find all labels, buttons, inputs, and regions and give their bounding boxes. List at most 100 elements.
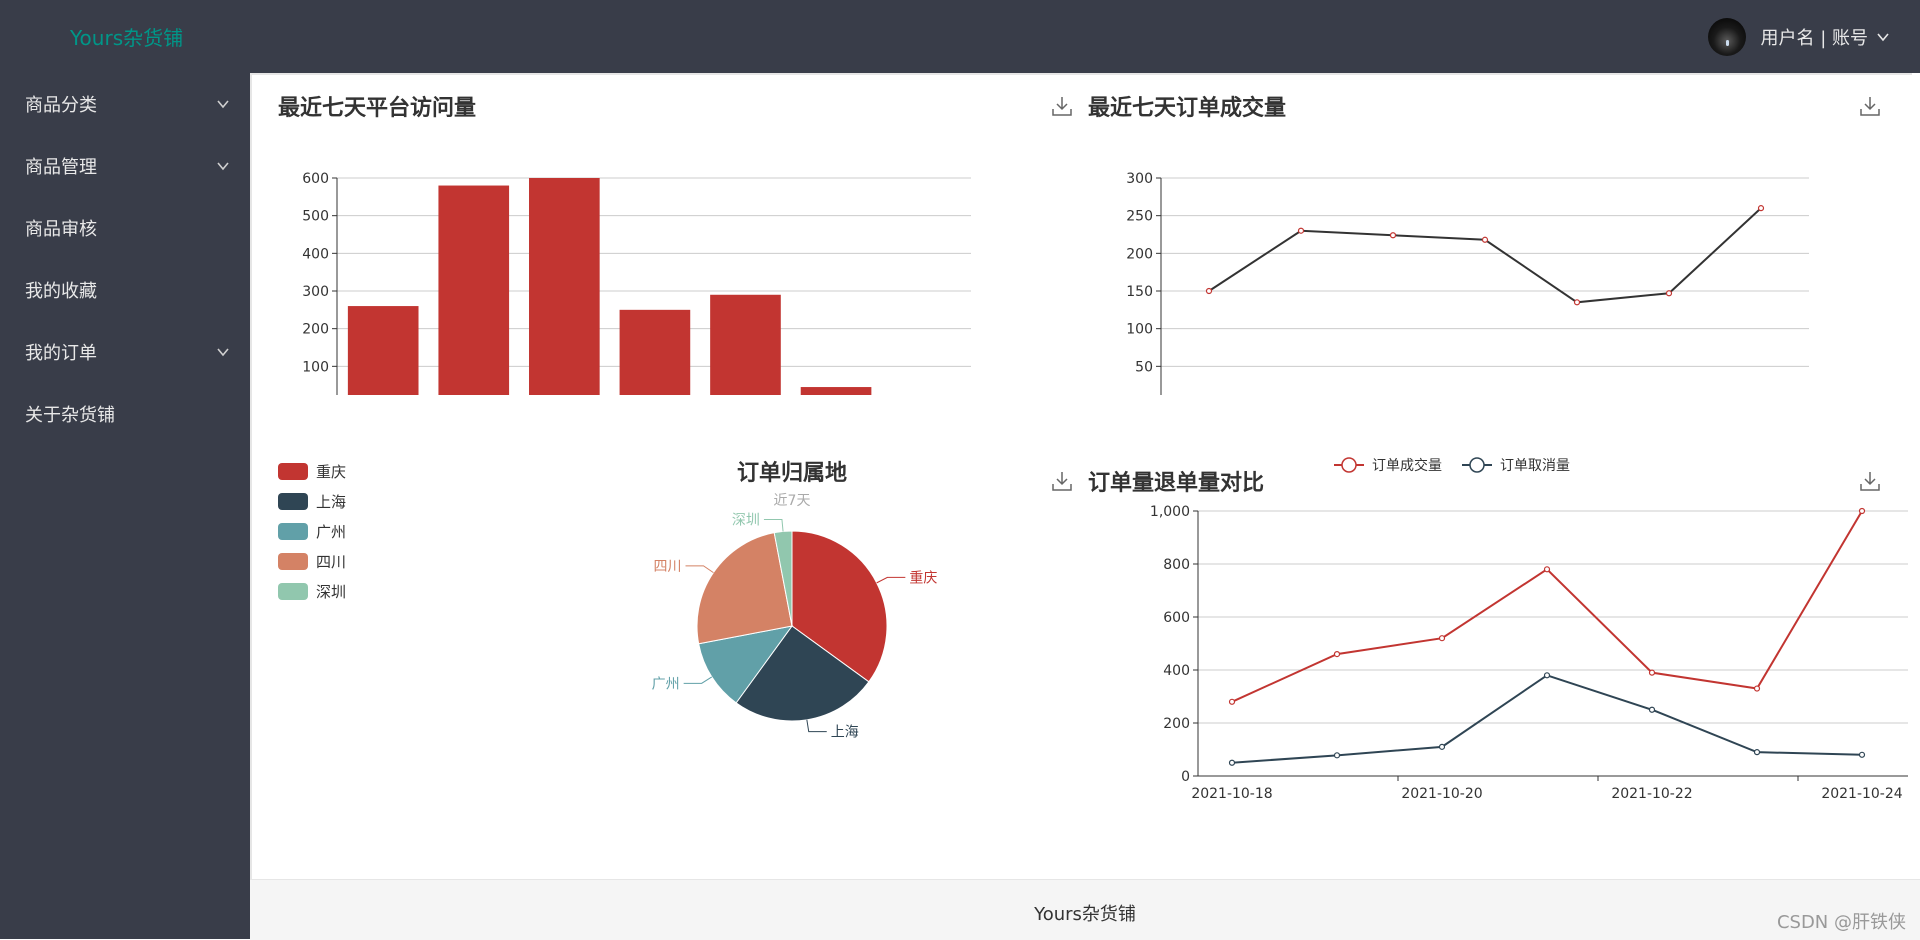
chevron-down-icon (1877, 33, 1889, 42)
bar (347, 306, 419, 395)
user-menu-label: 用户名 | 账号 (1760, 28, 1868, 49)
visits-chart-title: 最近七天平台访问量 (278, 96, 477, 121)
y-tick-label: 1,000 (1150, 504, 1190, 520)
legend-swatch (278, 493, 308, 510)
sidebar-item-orders[interactable]: 我的订单 (0, 321, 250, 383)
sidebar-item-category[interactable]: 商品分类 (0, 73, 250, 135)
y-tick-label: 500 (302, 209, 329, 225)
main-content: 最近七天平台访问量 最近七天订单成交量 订单量退单量对比 01002003004… (250, 73, 1912, 881)
bar (529, 178, 600, 395)
pie-label-line (763, 518, 784, 532)
data-point (1228, 698, 1236, 705)
top-header: Yours杂货铺 用户名 | 账号 (0, 0, 1920, 73)
data-point (1648, 669, 1656, 676)
data-point (1858, 507, 1866, 515)
legend-item[interactable]: 广州 (278, 521, 346, 542)
chevron-down-icon (217, 100, 229, 109)
legend-marker (1341, 457, 1357, 473)
data-point (1543, 672, 1551, 679)
download-icon[interactable] (1051, 95, 1073, 117)
legend-item[interactable]: 重庆 (278, 461, 346, 482)
legend-swatch (278, 583, 308, 600)
legend-item[interactable]: 四川 (278, 551, 346, 572)
legend-label: 深圳 (316, 583, 347, 601)
data-point (1333, 752, 1341, 759)
data-point (1648, 706, 1656, 713)
y-tick-label: 600 (302, 171, 329, 187)
bar (438, 185, 510, 395)
series-line (1208, 207, 1762, 304)
data-point (1543, 566, 1551, 573)
sidebar-item-favorites[interactable]: 我的收藏 (0, 259, 250, 321)
x-tick-label: 2021-10-24 (1821, 786, 1902, 802)
data-point (1438, 635, 1446, 642)
data-point (1333, 651, 1341, 658)
sidebar-item-label: 商品分类 (25, 95, 97, 116)
series-line (1231, 674, 1863, 764)
legend-item[interactable]: 上海 (278, 491, 346, 512)
data-point (1481, 236, 1489, 243)
legend-swatch (278, 553, 308, 570)
pie-label-line (685, 565, 714, 574)
legend-label: 广州 (316, 523, 347, 541)
y-tick-label: 400 (302, 246, 329, 262)
sidebar-item-about[interactable]: 关于杂货铺 (0, 383, 250, 445)
x-tick-label: 2021-10-22 (1611, 786, 1692, 802)
sidebar: 商品分类 商品管理 商品审核 我的收藏 我的订单 关于杂货铺 (0, 73, 250, 939)
data-point (1665, 290, 1673, 297)
user-area: 用户名 | 账号 (1708, 17, 1890, 57)
brand-logo-text[interactable]: Yours杂货铺 (70, 22, 183, 51)
pie-label-line (876, 576, 906, 584)
data-point (1858, 751, 1866, 758)
chevron-down-icon (217, 348, 229, 357)
orders-chart-title: 最近七天订单成交量 (1088, 96, 1287, 121)
y-tick-label: 200 (302, 322, 329, 338)
sidebar-item-goods-manage[interactable]: 商品管理 (0, 135, 250, 197)
legend-label: 订单取消量 (1500, 458, 1570, 474)
data-point (1438, 743, 1446, 750)
y-tick-label: 600 (1163, 610, 1190, 626)
y-tick-label: 100 (302, 359, 329, 375)
visits-bar-chart: 01002003004005006002021-11-042021-11-062… (302, 171, 971, 395)
data-point (1205, 287, 1213, 295)
sidebar-item-label: 我的订单 (25, 343, 97, 364)
sidebar-item-label: 关于杂货铺 (25, 405, 115, 426)
chevron-down-icon (217, 162, 229, 171)
bar (800, 387, 872, 395)
data-point (1753, 685, 1761, 692)
y-tick-label: 150 (1126, 284, 1153, 300)
y-tick-label: 300 (1126, 171, 1153, 187)
y-tick-label: 0 (1181, 769, 1190, 785)
y-tick-label: 200 (1163, 716, 1190, 732)
pie-label-line (806, 719, 827, 733)
legend-swatch (278, 463, 308, 480)
y-tick-label: 400 (1163, 663, 1190, 679)
legend-label: 上海 (316, 493, 347, 511)
data-point (1228, 759, 1236, 766)
user-menu[interactable]: 用户名 | 账号 (1760, 24, 1890, 50)
legend-swatch (278, 523, 308, 540)
pie-label: 上海 (831, 725, 859, 741)
legend-label: 重庆 (316, 463, 347, 481)
pie-label-line (683, 676, 713, 684)
y-tick-label: 250 (1126, 209, 1153, 225)
pie-label: 重庆 (909, 570, 937, 586)
user-avatar[interactable] (1708, 18, 1747, 56)
legend-item[interactable]: 订单取消量 (1462, 457, 1570, 474)
y-tick-label: 300 (302, 284, 329, 300)
pie-label: 四川 (654, 559, 682, 575)
footer-text: Yours杂货铺 (1034, 904, 1136, 925)
download-icon[interactable] (1859, 95, 1881, 117)
orders-line-chart: 0501001502002503002021-10-182021-10-2020… (1126, 171, 1809, 395)
legend-label: 订单成交量 (1372, 457, 1442, 474)
legend-item[interactable]: 深圳 (278, 581, 346, 602)
pie-subtitle: 近7天 (774, 493, 811, 509)
data-point (1389, 232, 1397, 239)
sidebar-item-goods-review[interactable]: 商品审核 (0, 197, 250, 259)
data-point (1753, 749, 1761, 756)
x-tick-label: 2021-10-18 (1191, 786, 1272, 802)
pie-label: 广州 (652, 676, 680, 692)
legend-item[interactable]: 订单成交量 (1334, 457, 1442, 474)
y-tick-label: 100 (1126, 322, 1153, 338)
legend-marker (1469, 457, 1485, 473)
